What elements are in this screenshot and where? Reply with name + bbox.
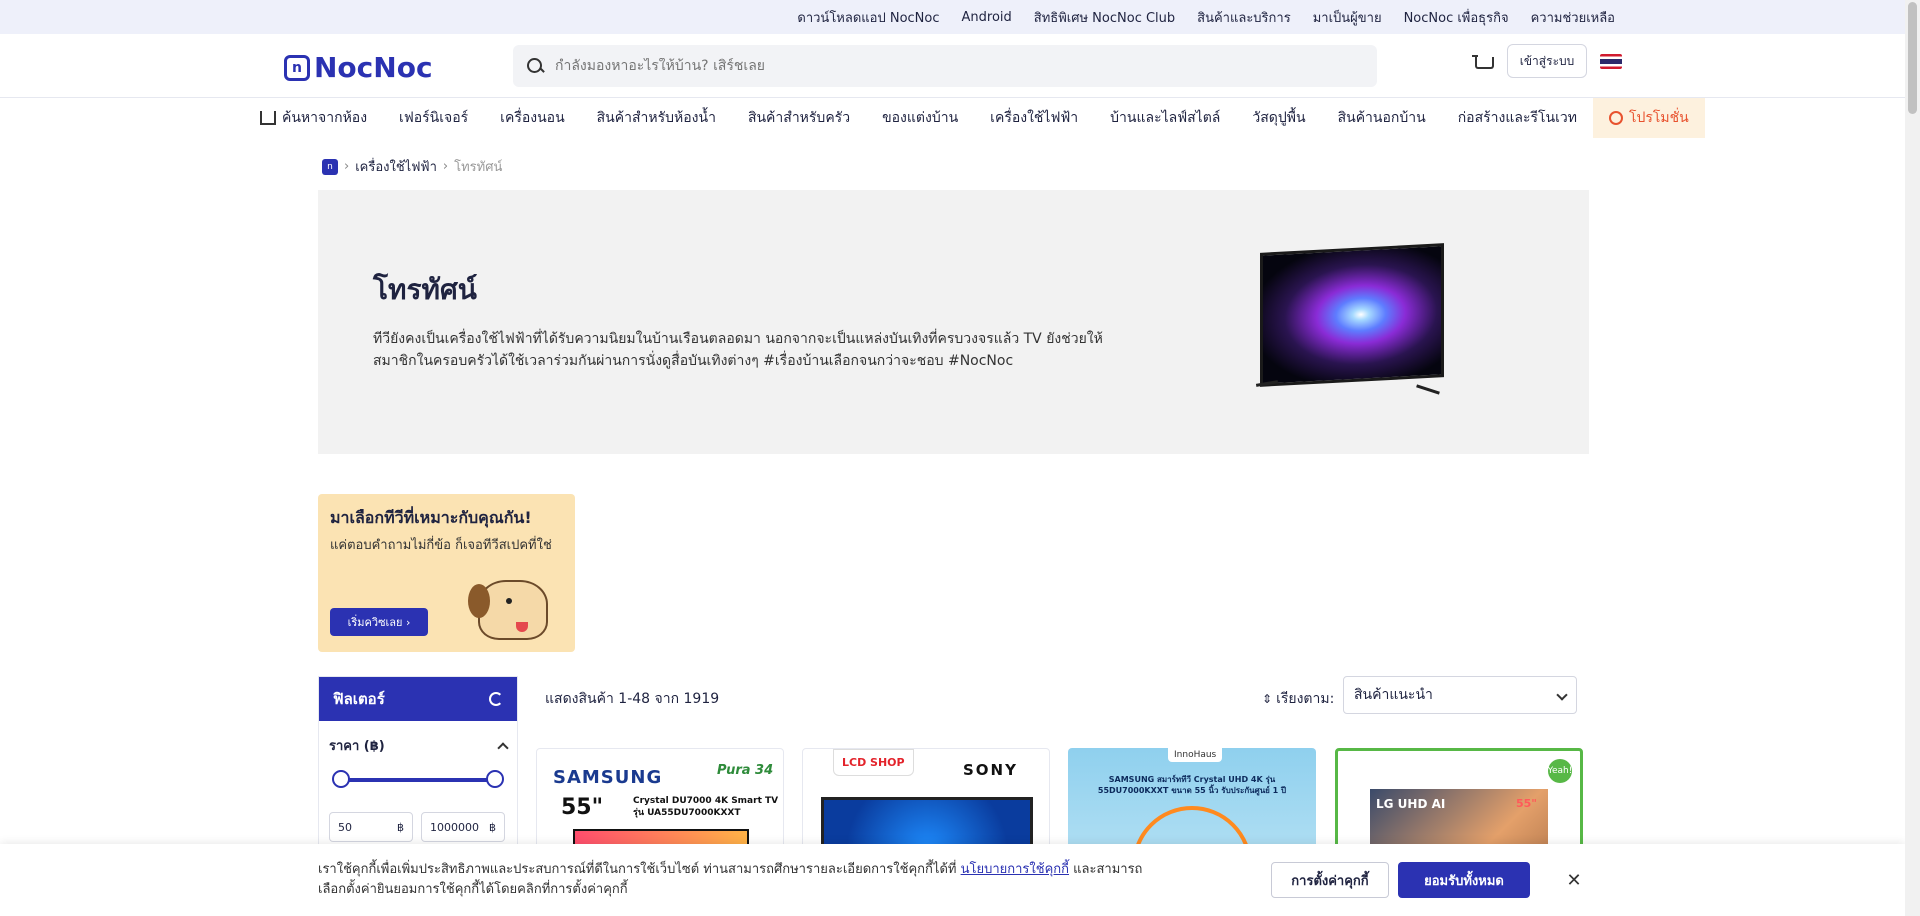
home-room-icon xyxy=(260,111,276,125)
cookie-consent-bar: เราใช้คุกกี้เพื่อเพิ่มประสิทธิภาพและประส… xyxy=(0,844,1905,916)
tv-quiz-banner: มาเลือกทีวีที่เหมาะกับคุณกัน! แค่ตอบคำถา… xyxy=(318,494,575,652)
price-min-handle[interactable] xyxy=(332,770,350,788)
refresh-icon[interactable] xyxy=(489,692,503,706)
nav-item-appliances[interactable]: เครื่องใช้ไฟฟ้า xyxy=(974,98,1094,138)
breadcrumb: n › เครื่องใช้ไฟฟ้า › โทรทัศน์ xyxy=(322,156,502,177)
chevron-down-icon[interactable] xyxy=(1556,689,1568,701)
nav-item-furniture[interactable]: เฟอร์นิเจอร์ xyxy=(383,98,484,138)
category-hero: โทรทัศน์ ทีวียังคงเป็นเครื่องใช้ไฟฟ้าที่… xyxy=(318,190,1589,454)
brand-logo: SAMSUNG xyxy=(553,767,663,788)
price-max-input[interactable]: 1000000 ฿ xyxy=(421,812,505,842)
accept-all-button[interactable]: ยอมรับทั้งหมด xyxy=(1398,862,1530,898)
tv-leg xyxy=(1416,384,1440,395)
dog-mascot xyxy=(458,564,568,652)
shop-badge: InnoHaus xyxy=(1168,748,1223,762)
android-link[interactable]: Android xyxy=(962,10,1012,25)
cookie-policy-link[interactable]: นโยบายการใช้คุกกี้ xyxy=(961,862,1069,877)
category-description: ทีวียังคงเป็นเครื่องใช้ไฟฟ้าที่ได้รับควา… xyxy=(373,331,1103,369)
cookie-text-before: เราใช้คุกกี้เพื่อเพิ่มประสิทธิภาพและประส… xyxy=(318,862,961,877)
nav-label: โปรโมชั่น xyxy=(1628,110,1689,126)
screen-size: 55" xyxy=(1516,797,1538,810)
shop-badge: Pura 34 xyxy=(717,763,774,778)
search-bar[interactable] xyxy=(513,45,1377,87)
product-model-text: Crystal DU7000 4K Smart TV รุ่น UA55DU70… xyxy=(633,796,779,818)
tv-screen xyxy=(1260,243,1444,387)
price-min-input[interactable]: 50 ฿ xyxy=(329,812,413,842)
nav-item-home-lifestyle[interactable]: บ้านและไลฟ์สไตล์ xyxy=(1094,98,1236,138)
brand-logo: SONY xyxy=(963,761,1018,779)
search-input[interactable] xyxy=(555,58,1355,74)
price-min-value: 50 xyxy=(338,820,352,834)
category-nav: ค้นหาจากห้อง เฟอร์นิเจอร์ เครื่องนอน สิน… xyxy=(244,98,1705,138)
top-promo-bar: ดาวน์โหลดแอป NocNoc Android สิทธิพิเศษ N… xyxy=(0,0,1905,34)
price-range-slider[interactable] xyxy=(332,770,504,788)
logo-text: NocNoc xyxy=(314,51,433,84)
page-scrollbar[interactable] xyxy=(1905,0,1920,916)
start-quiz-button[interactable]: เริ่มควิซเลย › xyxy=(330,608,428,636)
nav-item-bathroom[interactable]: สินค้าสำหรับห้องน้ำ xyxy=(581,98,732,138)
scrollbar-thumb[interactable] xyxy=(1908,2,1917,114)
nav-item-bedding[interactable]: เครื่องนอน xyxy=(484,98,580,138)
shop-badge: Yeah! xyxy=(1548,759,1572,783)
shop-badge: LCD SHOP xyxy=(833,749,914,776)
help-link[interactable]: ความช่วยเหลือ xyxy=(1531,7,1615,28)
cookie-settings-button[interactable]: การตั้งค่าคุกกี้ xyxy=(1271,862,1389,898)
currency-symbol: ฿ xyxy=(489,820,496,834)
nav-item-home-decor[interactable]: ของแต่งบ้าน xyxy=(866,98,974,138)
price-max-value: 1000000 xyxy=(430,820,479,834)
cookie-text: เราใช้คุกกี้เพื่อเพิ่มประสิทธิภาพและประส… xyxy=(318,860,1158,900)
header: n NocNoc เข้าสู่ระบบ xyxy=(0,34,1905,98)
logo-mark-icon: n xyxy=(284,54,310,81)
price-max-handle[interactable] xyxy=(486,770,504,788)
close-icon[interactable]: ✕ xyxy=(1560,866,1588,894)
top-links: ดาวน์โหลดแอป NocNoc Android สิทธิพิเศษ N… xyxy=(797,0,1615,34)
chevron-up-icon xyxy=(497,741,509,754)
currency-symbol: ฿ xyxy=(397,820,404,834)
breadcrumb-appliances[interactable]: เครื่องใช้ไฟฟ้า xyxy=(355,156,437,177)
nav-item-kitchen[interactable]: สินค้าสำหรับครัว xyxy=(732,98,866,138)
results-count: แสดงสินค้า 1-48 จาก 1919 xyxy=(545,691,720,707)
price-label: ราคา (฿) xyxy=(329,739,385,754)
nav-item-outdoor[interactable]: สินค้านอกบ้าน xyxy=(1322,98,1442,138)
search-icon[interactable] xyxy=(525,56,545,76)
sort-label: ⇕ เรียงตาม: xyxy=(1262,688,1334,710)
nav-item-flooring[interactable]: วัสดุปูพื้น xyxy=(1236,98,1321,138)
quiz-subtitle: แค่ตอบคำถามไม่กี่ข้อ ก็เจอทีวีสเปคที่ใช่ xyxy=(330,538,552,553)
dog-body xyxy=(478,580,548,640)
sort-dropdown[interactable]: สินค้าแนะนำ xyxy=(1343,676,1577,714)
dog-eye xyxy=(506,598,512,604)
promo-icon xyxy=(1608,111,1623,125)
sort-label-text: เรียงตาม: xyxy=(1276,691,1335,707)
nav-item-promotion[interactable]: โปรโมชั่น xyxy=(1592,98,1705,138)
breadcrumb-current[interactable]: โทรทัศน์ xyxy=(454,156,502,177)
quiz-title: มาเลือกทีวีที่เหมาะกับคุณกัน! xyxy=(330,508,532,527)
nocnoc-logo[interactable]: n NocNoc xyxy=(284,51,433,84)
nocnoc-business-link[interactable]: NocNoc เพื่อธุรกิจ xyxy=(1404,7,1509,28)
breadcrumb-separator: › xyxy=(344,159,350,174)
thai-flag-icon[interactable] xyxy=(1600,54,1622,69)
dog-ear xyxy=(468,584,490,618)
nav-item-construction[interactable]: ก่อสร้างและรีโนเวท xyxy=(1442,98,1593,138)
login-button[interactable]: เข้าสู่ระบบ xyxy=(1507,44,1587,78)
nav-item-search-by-room[interactable]: ค้นหาจากห้อง xyxy=(244,98,383,138)
product-promo-text: SAMSUNG สมาร์ททีวี Crystal UHD 4K รุ่น 5… xyxy=(1097,775,1287,795)
price-inputs: 50 ฿ 1000000 ฿ xyxy=(319,812,517,842)
sort-value: สินค้าแนะนำ xyxy=(1354,687,1433,703)
filter-header: ฟิลเตอร์ xyxy=(319,677,517,721)
become-seller-link[interactable]: มาเป็นผู้ขาย xyxy=(1313,7,1382,28)
nav-label: ค้นหาจากห้อง xyxy=(282,110,368,126)
breadcrumb-home-icon[interactable]: n xyxy=(322,158,338,175)
sort-arrows-icon: ⇕ xyxy=(1262,692,1273,706)
breadcrumb-separator: › xyxy=(442,159,449,174)
tv-illustration xyxy=(1255,243,1446,400)
nocnoc-club-link[interactable]: สิทธิพิเศษ NocNoc Club xyxy=(1034,7,1175,28)
download-app-link[interactable]: ดาวน์โหลดแอป NocNoc xyxy=(797,7,939,28)
price-filter-toggle[interactable]: ราคา (฿) xyxy=(319,735,517,756)
page-title: โทรทัศน์ xyxy=(373,273,477,306)
cart-icon[interactable] xyxy=(1472,54,1494,74)
filter-title: ฟิลเตอร์ xyxy=(333,690,385,708)
products-services-link[interactable]: สินค้าและบริการ xyxy=(1197,7,1291,28)
brand-logo: LG UHD AI xyxy=(1376,797,1446,811)
screen-size: 55" xyxy=(561,795,604,820)
